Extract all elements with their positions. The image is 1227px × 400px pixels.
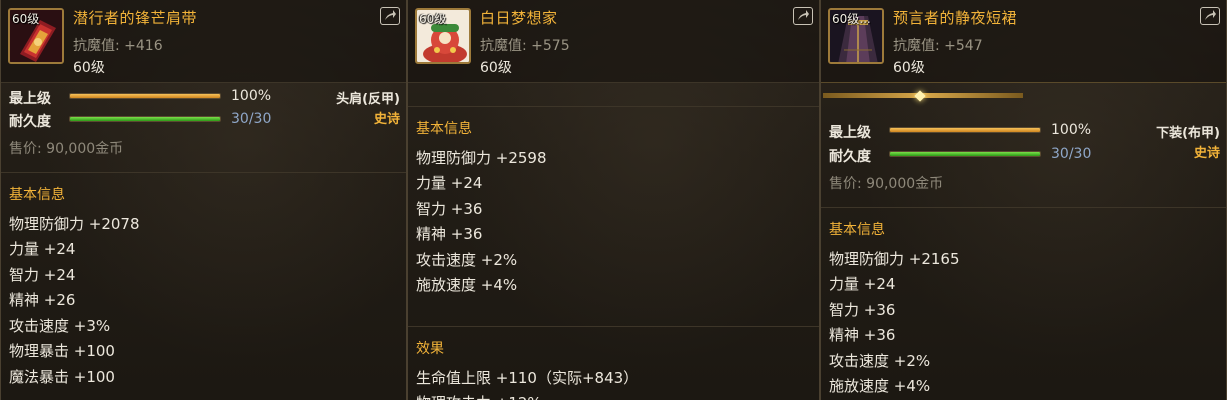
item-icon-shoulder[interactable]: 60级 [8, 8, 64, 64]
attribute-line: 攻击速度 +2% [829, 352, 931, 370]
sell-price: 售价: 90,000金币 [9, 141, 124, 157]
item-name: 白日梦想家 [480, 9, 558, 27]
attribute-line: 智力 +36 [829, 301, 896, 319]
magic-resist-stat: 抗魔值: +575 [480, 38, 570, 54]
max-level-label: 最上级 [9, 91, 51, 107]
attribute-line: 物理暴击 +100 [9, 342, 115, 360]
item-name: 预言者的静夜短裙 [893, 9, 1018, 27]
share-button[interactable] [380, 7, 400, 25]
max-level-bar-fill [70, 94, 220, 98]
attribute-line: 物理防御力 +2078 [9, 215, 140, 233]
durability-label: 耐久度 [9, 114, 51, 130]
share-button[interactable] [793, 7, 813, 25]
durability-label: 耐久度 [829, 149, 871, 165]
divider [1, 172, 406, 173]
durability-value: 30/30 [231, 111, 272, 127]
attribute-line: 攻击速度 +3% [9, 317, 111, 335]
item-icon-skirt[interactable]: 60级... [828, 8, 884, 64]
max-level-value: 100% [231, 88, 272, 104]
attribute-line: 智力 +24 [9, 266, 76, 284]
divider [408, 326, 819, 327]
item-tooltip-1: 60级 潜行者的锋芒肩带 抗魔值: +416 60级 最上级 100% 头肩(反… [0, 0, 407, 400]
rarity-label: 史诗 [1193, 146, 1220, 161]
share-icon [1205, 10, 1216, 20]
divider [1, 82, 406, 83]
max-level-bar [889, 127, 1041, 133]
tooltip-header: 60级... 预言者的静夜短裙 抗魔值: +547 60级 [821, 0, 1226, 82]
effect-line: 物理攻击力 +12% [416, 392, 542, 400]
attribute-line: 魔法暴击 +100 [9, 368, 115, 386]
icon-level-badge: 60级 [12, 12, 40, 26]
magic-resist-stat: 抗魔值: +547 [893, 38, 983, 54]
max-level-value: 100% [1051, 122, 1092, 138]
attribute-line: 精神 +36 [416, 225, 483, 243]
durability-value: 30/30 [1051, 146, 1092, 162]
basic-info-title: 基本信息 [9, 187, 65, 203]
divider [408, 82, 819, 83]
equipment-slot: 下装(布甲) [1156, 126, 1220, 141]
durability-bar [69, 116, 221, 122]
max-level-label: 最上级 [829, 125, 871, 141]
equipment-slot: 头肩(反甲) [336, 92, 400, 107]
rarity-label: 史诗 [373, 112, 400, 127]
max-level-bar-fill [890, 128, 1040, 132]
attribute-line: 施放速度 +4% [829, 377, 931, 395]
magic-resist-stat: 抗魔值: +416 [73, 38, 163, 54]
attribute-line: 物理防御力 +2165 [829, 250, 960, 268]
attribute-line: 精神 +36 [829, 326, 896, 344]
divider [821, 82, 1226, 83]
durability-bar [889, 151, 1041, 157]
icon-level-badge: 60级 [419, 12, 447, 26]
item-name: 潜行者的锋芒肩带 [73, 9, 198, 27]
attribute-line: 力量 +24 [416, 174, 483, 192]
attribute-line: 力量 +24 [829, 275, 896, 293]
divider [821, 207, 1226, 208]
durability-bar-fill [70, 117, 220, 121]
max-level-bar [69, 93, 221, 99]
item-tooltip-2: 60级 白日梦想家 抗魔值: +575 60级 基本信息 物理防御力 +2598… [407, 0, 820, 400]
basic-info-title: 基本信息 [829, 222, 885, 238]
share-icon [385, 10, 396, 20]
effect-line: 生命值上限 +110（实际+843） [416, 369, 639, 387]
attribute-line: 智力 +36 [416, 200, 483, 218]
share-icon [798, 10, 809, 20]
icon-level-badge: 60级... [832, 12, 871, 26]
item-tooltip-3: 60级... 预言者的静夜短裙 抗魔值: +547 60级 最上级 100% 下… [820, 0, 1227, 400]
item-level: 60级 [893, 60, 925, 76]
attribute-line: 精神 +26 [9, 291, 76, 309]
durability-bar-fill [890, 152, 1040, 156]
tooltip-header: 60级 潜行者的锋芒肩带 抗魔值: +416 60级 [1, 0, 406, 82]
tooltip-header: 60级 白日梦想家 抗魔值: +575 60级 [408, 0, 819, 82]
attribute-line: 攻击速度 +2% [416, 251, 518, 269]
attribute-line: 施放速度 +4% [416, 276, 518, 294]
item-icon-costume[interactable]: 60级 [415, 8, 471, 64]
share-button[interactable] [1200, 7, 1220, 25]
sell-price: 售价: 90,000金币 [829, 176, 944, 192]
item-level: 60级 [480, 60, 512, 76]
effects-title: 效果 [416, 341, 444, 357]
attribute-line: 力量 +24 [9, 240, 76, 258]
item-level: 60级 [73, 60, 105, 76]
divider [408, 106, 819, 107]
attribute-line: 物理防御力 +2598 [416, 149, 547, 167]
basic-info-title: 基本信息 [416, 121, 472, 137]
